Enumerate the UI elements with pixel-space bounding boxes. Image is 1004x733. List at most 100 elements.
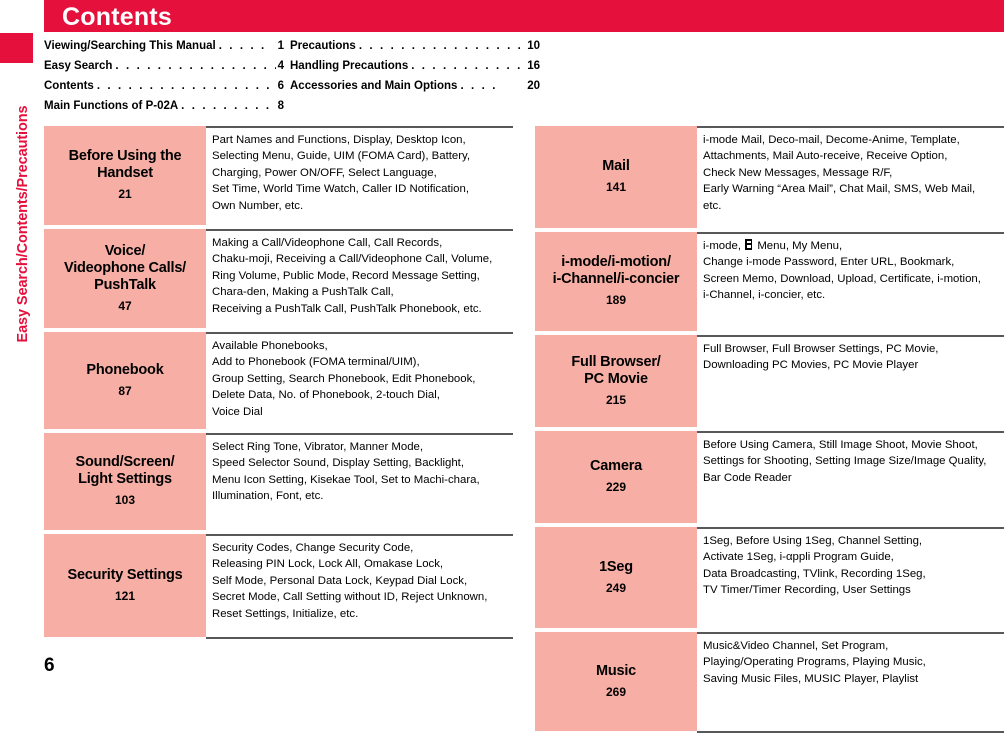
contents-description-line: Select Ring Tone, Vibrator, Manner Mode, [212, 441, 424, 453]
toc-entry[interactable]: Contents. . . . . . . . . . . . . . . . … [44, 76, 284, 96]
contents-category-cell[interactable]: Before Using the Handset 21 [44, 126, 206, 225]
contents-description-line: Own Number, etc. [212, 199, 304, 212]
contents-description-line: Chaku-moji, Receiving a Call/Videophone … [212, 253, 493, 266]
contents-category-page: 189 [605, 293, 627, 307]
contents-row[interactable]: Mail 141 i-mode Mail, Deco-mail, Decome-An… [535, 126, 1004, 228]
contents-category-page: 47 [118, 298, 132, 313]
contents-description-line: Before Using Camera, Still Image Shoot, … [703, 439, 978, 451]
table-bottom-rule [206, 637, 513, 639]
contents-category-name: Mail [602, 158, 630, 174]
contents-description-cell: Available Phonebooks, Add to Phonebook (F… [206, 332, 513, 429]
contents-description-line: Check New Messages, Message R/F, [703, 166, 893, 179]
contents-category-cell[interactable]: Security Settings 121 [44, 534, 206, 637]
toc-entry-page: 10 [527, 40, 540, 52]
contents-description-line: Receiving a PushTalk Call, PushTalk Phon… [212, 302, 482, 315]
contents-row[interactable]: Phonebook 87 Available Phonebooks, Add to P… [44, 332, 513, 429]
contents-row[interactable]: Security Settings 121 Security Codes, Chan… [44, 534, 513, 637]
contents-description-cell: Music&Video Channel, Set Program, Playing… [697, 632, 1004, 731]
contents-description-line: Menu Icon Setting, Kisekae Tool, Set to … [212, 473, 480, 486]
contents-category-page: 87 [118, 383, 132, 398]
contents-category-page: 229 [605, 480, 627, 494]
toc-entry[interactable]: Viewing/Searching This Manual. . . . . 1 [44, 36, 284, 56]
toc-entry[interactable]: Accessories and Main Options. . . . 20 [290, 76, 540, 96]
contents-description-line: Reset Settings, Initialize, etc. [212, 607, 359, 620]
toc-entry-label: Accessories and Main Options [290, 80, 458, 92]
page-title: Contents [62, 3, 172, 31]
contents-description-line: Saving Music Files, MUSIC Player, Playli… [703, 672, 919, 685]
contents-category-cell[interactable]: Full Browser/PC Movie 215 [535, 335, 697, 427]
contents-description-line: i-mode Mail, Deco-mail, Decome-Anime, Te… [703, 134, 960, 146]
contents-category-page: 249 [605, 580, 627, 595]
contents-category-cell[interactable]: Sound/Screen/Light Settings 103 [44, 433, 206, 530]
contents-description-cell: Full Browser, Full Browser Settings, PC … [697, 335, 1004, 427]
contents-row[interactable]: Full Browser/PC Movie 215 Full Browser, Fu… [535, 335, 1004, 427]
contents-table-left: Before Using the Handset 21 Part Names and… [44, 126, 513, 639]
toc-entry[interactable]: Main Functions of P-02A. . . . . . . . .… [44, 96, 284, 116]
contents-description-cell: Select Ring Tone, Vibrator, Manner Mode,… [206, 433, 513, 530]
contents-description-line: Charging, Power ON/OFF, Select Language, [212, 166, 437, 179]
toc-entry-page: 16 [527, 60, 540, 72]
contents-description-cell: i-mode, Menu, My Menu, Change i-mode Pass… [697, 232, 1004, 331]
contents-category-name: i-mode/i-motion/i-Channel/i-concier [552, 254, 680, 287]
toc-column-left: Viewing/Searching This Manual. . . . . 1 E… [44, 36, 284, 116]
contents-description-line: 1Seg, Before Using 1Seg, Channel Setting… [703, 535, 923, 547]
toc-entry-page: 4 [277, 60, 284, 72]
contents-description-line: Chara-den, Making a PushTalk Call, [212, 286, 394, 299]
contents-category-cell[interactable]: Voice/Videophone Calls/PushTalk 47 [44, 229, 206, 328]
contents-description-cell: Making a Call/Videophone Call, Call Reco… [206, 229, 513, 328]
contents-description-line: Security Codes, Change Security Code, [212, 542, 414, 554]
contents-row[interactable]: Before Using the Handset 21 Part Names and… [44, 126, 513, 225]
contents-description-line: TV Timer/Timer Recording, User Settings [703, 584, 911, 597]
contents-row[interactable]: Sound/Screen/Light Settings 103 Select Rin… [44, 433, 513, 530]
contents-description-line: i-Channel, i-concier, etc. [703, 289, 826, 302]
toc-dot-leader: . . . . . . . . . . . . . . . . . . . . … [115, 60, 275, 72]
contents-category-cell[interactable]: i-mode/i-motion/i-Channel/i-concier 189 [535, 232, 697, 331]
contents-description-line: Part Names and Functions, Display, Deskt… [212, 134, 466, 146]
contents-table-right: Mail 141 i-mode Mail, Deco-mail, Decome-An… [535, 126, 1004, 733]
contents-description-line: Self Mode, Personal Data Lock, Keypad Di… [212, 574, 468, 587]
toc-dot-leader: . . . . . . . . . . . . . . . . . . . . … [358, 40, 525, 52]
contents-description-line: Releasing PIN Lock, Lock All, Omakase Lo… [212, 558, 444, 571]
contents-description-line: etc. [703, 199, 722, 212]
contents-description-line: Ring Volume, Public Mode, Record Message… [212, 269, 480, 282]
contents-category-cell[interactable]: Music 269 [535, 632, 697, 731]
contents-category-name: 1Seg [599, 558, 633, 575]
toc-entry-page: 20 [527, 80, 540, 92]
contents-category-cell[interactable]: Camera 229 [535, 431, 697, 523]
toc-entry-label: Handling Precautions [290, 60, 409, 72]
contents-description-line: Full Browser, Full Browser Settings, PC … [703, 343, 939, 355]
toc-dot-leader: . . . . . . . . . . . [181, 100, 275, 112]
contents-category-cell[interactable]: Phonebook 87 [44, 332, 206, 429]
contents-category-name: Voice/Videophone Calls/PushTalk [63, 242, 187, 293]
contents-description-line: Group Setting, Search Phonebook, Edit Ph… [212, 372, 476, 385]
contents-category-cell[interactable]: 1Seg 249 [535, 527, 697, 628]
contents-description-line: Illumination, Font, etc. [212, 490, 324, 503]
toc-entry[interactable]: Handling Precautions. . . . . . . . . . … [290, 56, 540, 76]
contents-row[interactable]: i-mode/i-motion/i-Channel/i-concier 189 i-… [535, 232, 1004, 331]
contents-row[interactable]: Music 269 Music&Video Channel, Set Program… [535, 632, 1004, 731]
contents-category-name: Security Settings [67, 566, 183, 583]
contents-row[interactable]: Voice/Videophone Calls/PushTalk 47 Making … [44, 229, 513, 328]
toc-dot-leader: . . . . . . . . . . . . [411, 60, 526, 72]
page-header-bar [44, 0, 1004, 32]
toc-entry-label: Main Functions of P-02A [44, 100, 179, 112]
toc-entry-page: 6 [277, 80, 284, 92]
contents-category-page: 103 [114, 493, 136, 507]
side-tab: Easy Search/Contents/Precautions [0, 0, 44, 693]
contents-description-cell: Before Using Camera, Still Image Shoot, … [697, 431, 1004, 523]
contents-category-name: Sound/Screen/Light Settings [75, 454, 175, 487]
contents-category-page: 215 [605, 392, 627, 407]
toc-entry[interactable]: Easy Search. . . . . . . . . . . . . . .… [44, 56, 284, 76]
contents-description-line: Early Warning “Area Mail”, Chat Mail, SM… [703, 183, 976, 196]
contents-row[interactable]: Camera 229 Before Using Camera, Still Imag… [535, 431, 1004, 523]
contents-category-name: Before Using the Handset [68, 148, 182, 181]
contents-description-line: Delete Data, No. of Phonebook, 2-touch D… [212, 389, 440, 402]
toc-entry-label: Easy Search [44, 60, 113, 72]
toc-entry[interactable]: Precautions. . . . . . . . . . . . . . .… [290, 36, 540, 56]
contents-category-name: Music [595, 662, 637, 679]
contents-description-cell: Security Codes, Change Security Code, Rel… [206, 534, 513, 637]
contents-category-cell[interactable]: Mail 141 [535, 126, 697, 228]
contents-description-cell: 1Seg, Before Using 1Seg, Channel Setting… [697, 527, 1004, 628]
contents-category-name: Full Browser/PC Movie [571, 353, 661, 387]
contents-row[interactable]: 1Seg 249 1Seg, Before Using 1Seg, Channel … [535, 527, 1004, 628]
